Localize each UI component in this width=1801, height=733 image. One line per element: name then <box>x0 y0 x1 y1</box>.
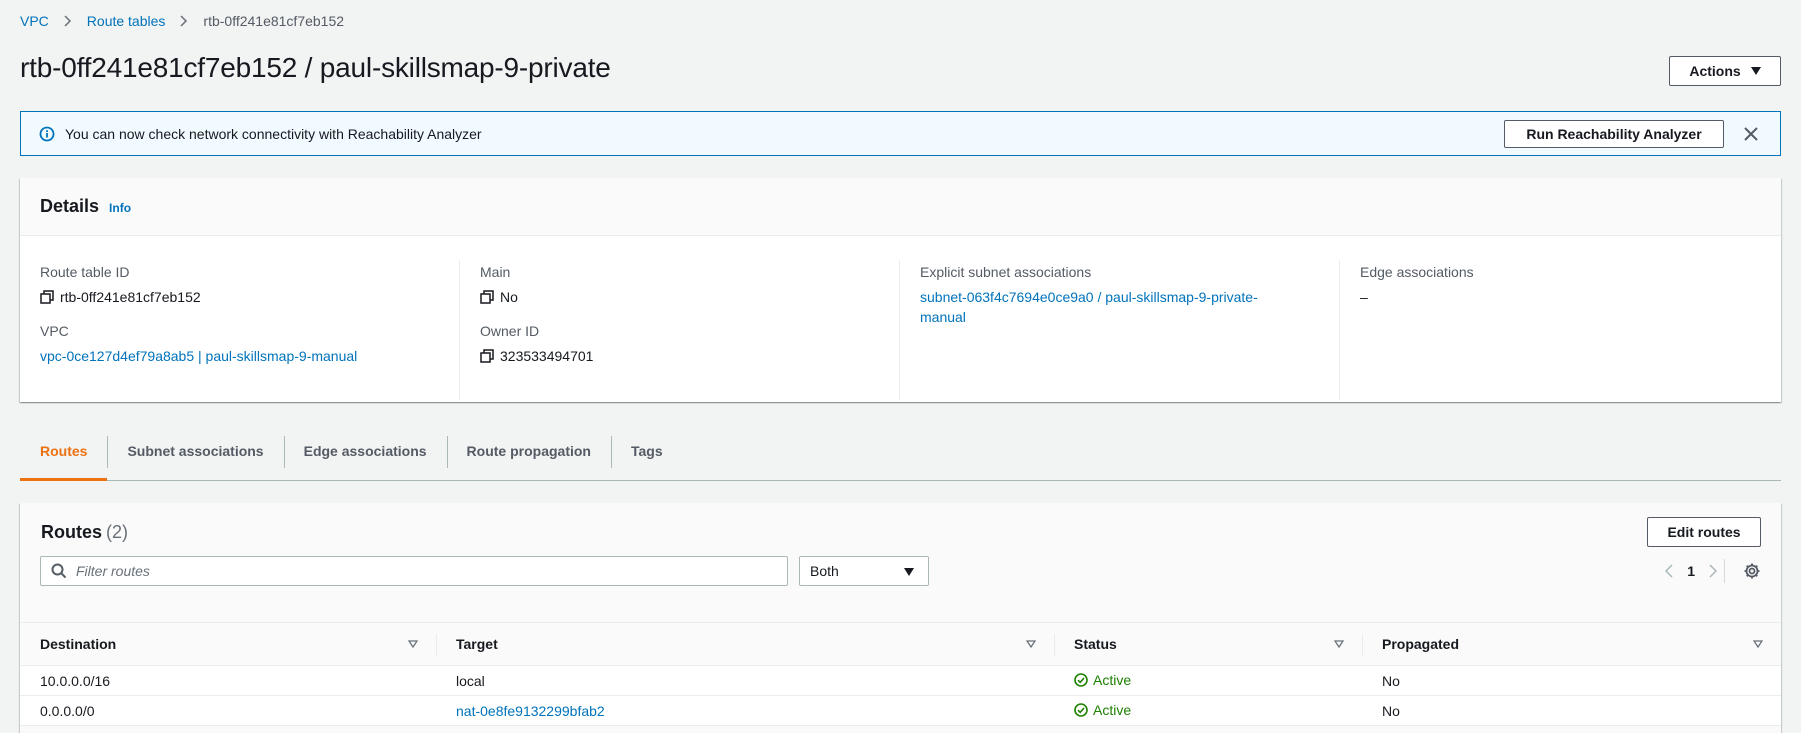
column-label: Destination <box>40 636 117 652</box>
route-table-id-value: rtb-0ff241e81cf7eb152 <box>60 289 201 305</box>
routes-panel: Routes(2) Edit routes Both 1 Destination <box>20 503 1781 733</box>
column-header-status[interactable]: Status <box>1054 622 1362 666</box>
status-text: Active <box>1093 701 1132 718</box>
check-circle-icon <box>1074 702 1088 717</box>
column-label: Status <box>1074 636 1117 652</box>
breadcrumb: VPC Route tables rtb-0ff241e81cf7eb152 <box>20 12 344 30</box>
breadcrumb-route-tables[interactable]: Route tables <box>87 13 166 29</box>
routes-title-text: Routes <box>41 522 103 542</box>
actions-label: Actions <box>1689 63 1741 79</box>
table-row[interactable]: 10.0.0.0/16 local Active No <box>20 665 1781 696</box>
column-header-destination[interactable]: Destination <box>20 622 436 666</box>
target-cell: local <box>436 665 1054 696</box>
breadcrumb-current: rtb-0ff241e81cf7eb152 <box>203 13 345 29</box>
search-icon <box>51 563 67 579</box>
routes-count: (2) <box>106 522 129 542</box>
check-circle-icon <box>1074 672 1088 687</box>
details-column-1: Route table ID rtb-0ff241e81cf7eb152 VPC… <box>20 260 460 400</box>
filter-routes-input[interactable] <box>76 563 787 579</box>
chevron-right-icon <box>179 15 189 27</box>
tab-subnet-associations[interactable]: Subnet associations <box>107 432 283 480</box>
caret-down-icon <box>904 568 914 576</box>
reachability-flash: You can now check network connectivity w… <box>20 111 1781 156</box>
details-header: Details Info <box>20 178 1781 236</box>
owner-id-value: 323533494701 <box>500 348 594 364</box>
target-cell: nat-0e8fe9132299bfab2 <box>436 695 1054 726</box>
sort-down-icon[interactable] <box>1026 640 1036 648</box>
tab-tags[interactable]: Tags <box>610 432 683 480</box>
column-label: Propagated <box>1382 636 1460 652</box>
sort-down-icon[interactable] <box>1334 640 1344 648</box>
vpc-link[interactable]: vpc-0ce127d4ef79a8ab5 | paul-skillsmap-9… <box>40 346 357 366</box>
table-row[interactable]: 0.0.0.0/0 nat-0e8fe9132299bfab2 Active N… <box>20 695 1781 726</box>
routes-title: Routes (2) <box>41 522 128 543</box>
table-header-row: Destination Target Status Propagated <box>20 622 1781 666</box>
tab-routes[interactable]: Routes <box>20 432 108 481</box>
details-panel: Details Info Route table ID rtb-0ff241e8… <box>20 178 1781 402</box>
status-cell: Active <box>1054 695 1362 726</box>
filter-routes-field[interactable] <box>40 556 788 586</box>
details-column-4: Edge associations – <box>1340 260 1780 400</box>
tab-list: Routes Subnet associations Edge associat… <box>20 432 1781 481</box>
breadcrumb-vpc[interactable]: VPC <box>20 13 49 29</box>
chevron-right-icon <box>63 15 73 27</box>
actions-button[interactable]: Actions <box>1669 56 1781 86</box>
edge-associations-label: Edge associations <box>1360 264 1474 280</box>
close-icon[interactable] <box>1742 125 1760 143</box>
tab-edge-associations[interactable]: Edge associations <box>283 432 447 480</box>
pagination: 1 <box>1665 563 1717 579</box>
page-title: rtb-0ff241e81cf7eb152 / paul-skillsmap-9… <box>20 52 611 83</box>
column-header-target[interactable]: Target <box>436 622 1054 666</box>
propagated-cell: No <box>1362 665 1781 696</box>
owner-id-label: Owner ID <box>480 323 540 339</box>
explicit-subnet-associations-label: Explicit subnet associations <box>920 264 1092 280</box>
main-value: No <box>500 289 518 305</box>
sort-down-icon[interactable] <box>1753 640 1763 648</box>
status-text: Active <box>1093 671 1132 688</box>
caret-down-icon <box>1750 67 1761 75</box>
destination-cell: 10.0.0.0/16 <box>20 665 436 696</box>
route-type-select-value: Both <box>810 563 839 579</box>
column-header-propagated[interactable]: Propagated <box>1362 622 1781 666</box>
sort-down-icon[interactable] <box>408 640 418 648</box>
nat-gateway-link[interactable]: nat-0e8fe9132299bfab2 <box>456 703 605 719</box>
subnet-association-line-2: manual <box>920 309 966 325</box>
details-column-2: Main No Owner ID 323533494701 <box>460 260 900 400</box>
route-type-select[interactable]: Both <box>799 556 929 586</box>
pager-divider <box>1724 559 1725 583</box>
details-column-3: Explicit subnet associations subnet-063f… <box>900 260 1340 400</box>
subnet-association-line-1: subnet-063f4c7694e0ce9a0 / paul-skillsma… <box>920 289 1258 305</box>
edit-routes-button[interactable]: Edit routes <box>1647 517 1761 547</box>
info-icon <box>39 126 55 141</box>
chevron-right-icon[interactable] <box>1709 564 1717 578</box>
status-cell: Active <box>1054 665 1362 696</box>
edge-associations-value: – <box>1360 289 1368 305</box>
run-reachability-analyzer-button[interactable]: Run Reachability Analyzer <box>1504 120 1724 148</box>
routes-table: Destination Target Status Propagated 10.… <box>20 622 1781 726</box>
main-label: Main <box>480 264 511 280</box>
copy-icon[interactable] <box>480 290 494 304</box>
tab-route-propagation[interactable]: Route propagation <box>446 432 611 480</box>
details-title: Details <box>40 196 100 216</box>
propagated-cell: No <box>1362 695 1781 726</box>
subnet-association-link[interactable]: subnet-063f4c7694e0ce9a0 / paul-skillsma… <box>920 287 1258 327</box>
flash-message: You can now check network connectivity w… <box>65 125 482 142</box>
copy-icon[interactable] <box>480 349 494 363</box>
vpc-label: VPC <box>40 323 69 339</box>
column-label: Target <box>456 636 498 652</box>
gear-icon[interactable] <box>1743 562 1761 580</box>
chevron-left-icon[interactable] <box>1665 564 1673 578</box>
info-link[interactable]: Info <box>109 201 131 215</box>
page-number[interactable]: 1 <box>1687 563 1695 579</box>
destination-cell: 0.0.0.0/0 <box>20 695 436 726</box>
copy-icon[interactable] <box>40 290 54 304</box>
route-table-id-label: Route table ID <box>40 264 130 280</box>
